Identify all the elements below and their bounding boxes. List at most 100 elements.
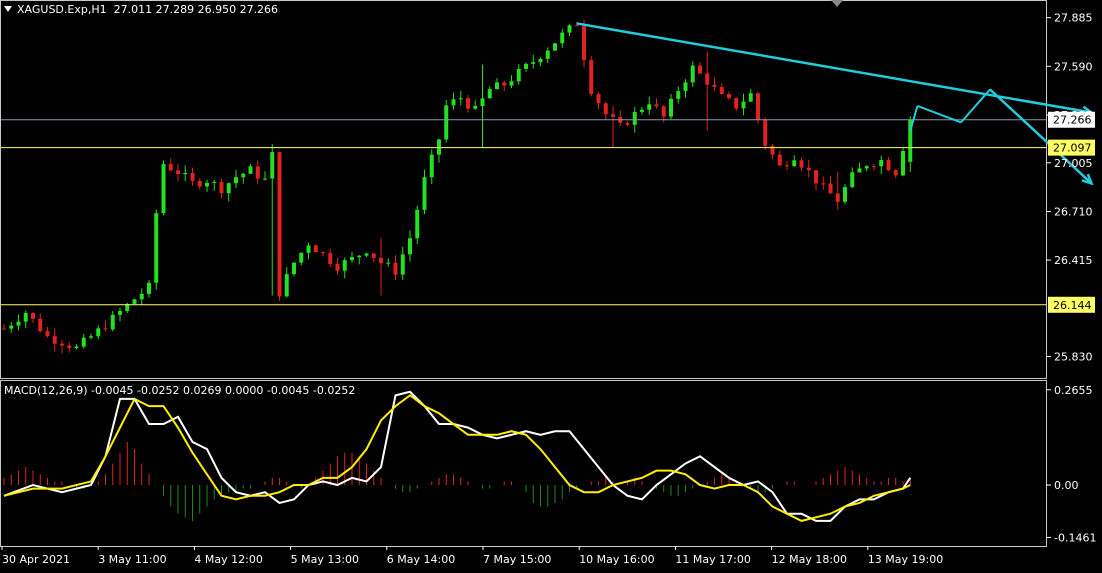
candle-body — [451, 99, 456, 106]
candle-body — [879, 159, 884, 167]
trendline — [909, 105, 919, 131]
macd-y-tick-label: 0.2655 — [1054, 384, 1093, 397]
candle — [219, 178, 224, 199]
x-tick-label: 7 May 15:00 — [483, 553, 551, 566]
macd-y-tick-label: -0.1461 — [1054, 531, 1096, 544]
candle — [734, 97, 739, 112]
ohlc-values: 27.011 27.289 26.950 27.266 — [113, 3, 279, 16]
candle — [531, 54, 536, 69]
candle-body — [147, 282, 151, 294]
candle-body — [553, 43, 557, 51]
candle — [81, 334, 86, 349]
candle — [415, 205, 420, 245]
candle-body — [284, 274, 289, 297]
candle — [886, 157, 891, 171]
candle — [473, 100, 478, 110]
candle-body — [538, 58, 543, 63]
candle-body — [509, 81, 514, 86]
x-tick-label: 30 Apr 2021 — [2, 553, 70, 566]
candle — [263, 171, 267, 181]
candle — [292, 262, 296, 277]
candle — [835, 171, 840, 210]
candle — [161, 160, 166, 216]
candle — [727, 91, 731, 100]
candle — [712, 77, 717, 91]
candle — [110, 310, 115, 332]
candle-body — [313, 245, 318, 253]
candle-body — [139, 293, 144, 300]
candle-body — [524, 63, 528, 69]
x-tick-label: 4 May 12:00 — [194, 553, 262, 566]
candle-body — [640, 109, 644, 112]
candle-body — [632, 111, 637, 125]
candle — [893, 168, 898, 179]
candle-body — [560, 32, 565, 44]
y-tick-label: 27.590 — [1054, 60, 1093, 73]
candle-body — [676, 91, 681, 99]
candle-body — [886, 159, 891, 171]
candle-body — [647, 104, 652, 110]
candle-body — [444, 105, 449, 140]
candle — [828, 175, 833, 194]
candle — [524, 62, 528, 72]
candle — [596, 92, 601, 110]
candle-body — [205, 182, 209, 187]
candle — [814, 170, 818, 191]
symbol-dropdown-icon[interactable] — [4, 6, 12, 12]
candle — [103, 320, 108, 332]
candle-body — [335, 263, 340, 271]
candle — [748, 88, 753, 103]
candle-body — [864, 166, 869, 169]
candle-body — [415, 209, 420, 239]
chart-svg: 27.88527.59027.29527.00526.71026.41525.8… — [0, 0, 1096, 566]
candle — [197, 178, 202, 190]
candle — [183, 165, 188, 182]
candle — [864, 165, 869, 172]
candle — [400, 246, 405, 281]
candle-body — [350, 257, 354, 261]
candle-body — [371, 253, 376, 258]
candle-body — [299, 252, 304, 263]
candle-body — [110, 314, 115, 330]
candle — [879, 155, 884, 175]
candle — [328, 249, 333, 268]
candle-body — [748, 93, 753, 102]
candle-body — [422, 177, 427, 210]
candle — [741, 93, 746, 116]
candle — [350, 251, 354, 263]
candle-body — [872, 166, 876, 168]
y-tick-label: 26.415 — [1054, 254, 1093, 267]
macd-header: MACD(12,26,9) -0.0045 -0.0252 0.0269 0.0… — [4, 384, 355, 397]
candle — [437, 138, 441, 163]
candle-body — [567, 25, 572, 33]
candle — [270, 143, 275, 296]
candle-body — [466, 98, 470, 109]
candle-body — [263, 178, 267, 180]
candle-body — [611, 114, 615, 117]
candle-body — [770, 145, 775, 155]
candle — [16, 314, 21, 331]
main-pane-frame — [0, 0, 1047, 379]
candle-body — [741, 101, 746, 109]
candle — [45, 327, 50, 338]
candle-body — [292, 262, 296, 275]
candle — [306, 242, 311, 260]
candle — [487, 86, 492, 99]
candle — [2, 323, 6, 330]
candle — [466, 95, 470, 113]
candle — [806, 159, 811, 178]
macd-histogram — [3, 441, 911, 521]
x-tick-label: 12 May 18:00 — [772, 553, 847, 566]
candle-body — [589, 60, 594, 95]
candle — [480, 64, 485, 148]
candle-body — [31, 312, 35, 319]
candle-body — [270, 152, 275, 179]
candle — [683, 79, 688, 98]
candle — [393, 255, 398, 281]
candle — [313, 244, 318, 253]
candle-body — [777, 154, 782, 166]
candle — [357, 255, 362, 265]
candles-group — [2, 20, 913, 354]
candle-body — [734, 97, 739, 109]
candle — [67, 342, 72, 353]
